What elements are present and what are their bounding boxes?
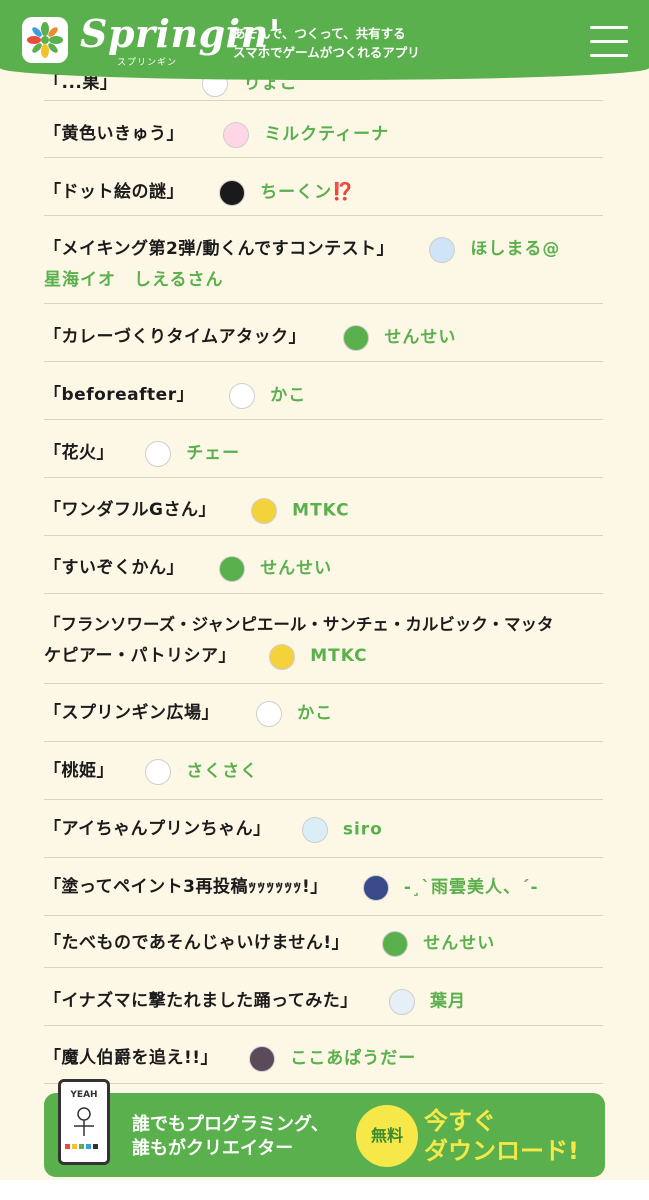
game-title[interactable]: 「ワンダフルGさん」 [44,500,216,520]
game-title[interactable]: 「beforeafter」 [44,385,194,405]
user-avatar[interactable] [145,758,172,785]
author-name[interactable]: -¸`雨雲美人、´- [404,878,539,898]
author-name[interactable]: せんせい [260,559,332,579]
game-title[interactable]: 「花火」 [44,443,114,463]
author-name[interactable]: さくさく [186,762,258,782]
author-name[interactable]: せんせい [423,934,495,954]
user-avatar[interactable] [219,555,246,582]
suffix-emoji: ⁉️ [332,182,354,202]
game-title[interactable]: 「メイキング第2弾/動くんですコンテスト」 [44,239,394,259]
game-title[interactable]: 「カレーづくりタイムアタック」 [44,327,306,347]
user-avatar[interactable] [223,121,250,148]
list-item[interactable]: 「ワンダフルGさん」 MTKC [44,478,603,536]
list-item[interactable]: 「イナズマに撃たれました踊ってみた」 葉月 [44,968,603,1026]
author-name[interactable]: かこ [297,704,333,724]
game-title-continued[interactable]: ケピアー・パトリシア」 [44,646,236,666]
game-title[interactable]: 「イナズマに撃たれました踊ってみた」 [44,991,358,1011]
phone-illustration: YEAH [58,1079,110,1165]
tagline-line-1: あそんで、つくって、共有する [233,26,406,41]
game-title[interactable]: 「すいぞくかん」 [44,558,184,578]
game-title[interactable]: 「黄色いきゅう」 [44,124,184,144]
author-name[interactable]: MTKC [310,646,367,666]
user-avatar[interactable] [251,497,278,524]
list-item[interactable]: 「メイキング第2弾/動くんですコンテスト」 ほしまる@ 星海イオ しえるさん [44,216,603,304]
list-item[interactable]: 「桃姫」 さくさく [44,742,603,800]
user-avatar[interactable] [382,930,409,957]
tagline-line-2: スマホでゲームがつくれるアプリ [233,45,420,60]
user-avatar[interactable] [249,1045,276,1072]
user-avatar[interactable] [429,236,456,263]
site-header: Springin' スプリンギン あそんで、つくって、共有する スマホでゲームが… [0,0,649,80]
list-item[interactable]: 「魔人伯爵を追え!!」 ここあぱうだー [44,1026,603,1084]
list-item[interactable]: 「黄色いきゅう」 ミルクティーナ [44,101,603,158]
author-name[interactable]: せんせい [384,328,456,348]
phone-drawing-icon [65,1107,98,1149]
author-name[interactable]: チェー [186,444,240,464]
list-item[interactable]: 「ドット絵の謎」 ちーくン⁉️ [44,158,603,216]
game-title[interactable]: 「スプリンギン広場」 [44,703,219,723]
user-avatar[interactable] [388,988,415,1015]
list-item[interactable]: 「フランソワーズ・ジャンピエール・サンチェ・カルビック・マッタ ケピアー・パトリ… [44,594,603,684]
download-line-2: ダウンロード! [424,1137,579,1165]
author-name[interactable]: MTKC [292,501,349,521]
free-badge: 無料 [356,1105,418,1167]
author-name-continued[interactable]: 星海イオ しえるさん [44,265,603,296]
author-name[interactable]: ちーくン [260,183,332,203]
game-title[interactable]: 「魔人伯爵を追え!!」 [44,1048,218,1068]
list-item[interactable]: 「たべものであそんじゃいけません!」 せんせい [44,916,603,968]
list-item[interactable]: 「カレーづくりタイムアタック」 せんせい [44,304,603,362]
user-avatar[interactable] [256,700,283,727]
author-name[interactable]: ほしまる@ [470,239,560,259]
list-item[interactable]: 「アイちゃんプリンちゃん」 siro [44,800,603,858]
phone-label: YEAH [70,1090,98,1100]
download-now-button[interactable]: 今すぐ ダウンロード! [424,1106,579,1166]
author-name[interactable]: ここあぱうだー [290,1049,416,1069]
user-avatar[interactable] [343,324,370,351]
game-title[interactable]: 「ドット絵の謎」 [44,182,184,202]
brand-kana: スプリンギン [117,58,178,68]
game-title[interactable]: 「塗ってペイント3再投稿ｯｯｯｯｯｯ!」 [44,877,328,897]
list-item[interactable]: 「塗ってペイント3再投稿ｯｯｯｯｯｯ!」 -¸`雨雲美人、´- [44,858,603,916]
cta-line-2: 誰もがクリエイター [132,1138,294,1159]
author-name[interactable]: かこ [270,386,306,406]
game-title[interactable]: 「たべものであそんじゃいけません!」 [44,933,349,953]
user-avatar[interactable] [362,874,389,901]
springin-logo-icon[interactable] [22,17,68,63]
download-line-1: 今すぐ [424,1107,496,1135]
hamburger-menu-icon[interactable] [590,26,628,58]
list-item[interactable]: 「スプリンギン広場」 かこ [44,684,603,742]
cta-line-1: 誰でもプログラミング、 [132,1114,329,1135]
game-title[interactable]: 「桃姫」 [44,761,114,781]
author-name[interactable]: siro [343,820,383,840]
user-avatar[interactable] [301,816,328,843]
list-item[interactable]: 「すいぞくかん」 せんせい [44,536,603,594]
tagline: あそんで、つくって、共有する スマホでゲームがつくれるアプリ [233,24,420,62]
bottom-strip [0,1180,649,1200]
user-avatar[interactable] [269,643,296,670]
game-title[interactable]: 「フランソワーズ・ジャンピエール・サンチェ・カルビック・マッタ [44,609,603,640]
user-avatar[interactable] [145,440,172,467]
game-title[interactable]: 「アイちゃんプリンちゃん」 [44,819,271,839]
cta-copy: 誰でもプログラミング、 誰もがクリエイター [132,1113,329,1161]
author-name[interactable]: ミルクティーナ [264,125,389,145]
author-name[interactable]: 葉月 [430,992,466,1012]
list-item[interactable]: 「beforeafter」 かこ [44,362,603,420]
list-item[interactable]: 「花火」 チェー [44,420,603,478]
download-banner[interactable]: YEAH 誰でもプログラミング、 誰もがクリエイター 無料 今すぐ ダウンロード… [44,1079,605,1177]
user-avatar[interactable] [229,382,256,409]
user-avatar[interactable] [219,179,246,206]
